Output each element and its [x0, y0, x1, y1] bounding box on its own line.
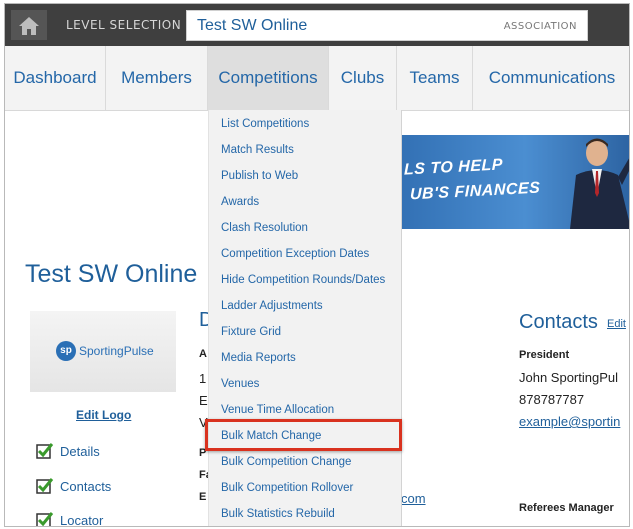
level-selection-label[interactable]: LEVEL SELECTION: [66, 18, 181, 32]
president-email-link[interactable]: example@sportin: [519, 414, 620, 429]
home-icon[interactable]: [11, 10, 47, 40]
highlight-annotation-box: [205, 419, 402, 451]
menu-item-clash-resolution[interactable]: Clash Resolution: [221, 222, 308, 234]
president-label: President: [519, 349, 570, 361]
businessman-image: [570, 138, 629, 229]
logo-text: SportingPulse: [79, 344, 154, 358]
top-bar: LEVEL SELECTION Test SW Online ASSOCIATI…: [5, 4, 629, 46]
nav-teams[interactable]: Teams: [397, 46, 473, 110]
competitions-dropdown-menu: List Competitions Match Results Publish …: [208, 110, 402, 526]
nav-competitions[interactable]: Competitions: [208, 46, 329, 110]
menu-item-venue-time-allocation[interactable]: Venue Time Allocation: [221, 404, 334, 416]
checklist-label: Details: [60, 444, 100, 459]
nav-dashboard[interactable]: Dashboard: [5, 46, 106, 110]
checkbox-checked-icon: [36, 478, 54, 494]
menu-item-bulk-competition-rollover[interactable]: Bulk Competition Rollover: [221, 482, 353, 494]
main-nav: Dashboard Members Competitions Clubs Tea…: [5, 46, 629, 111]
menu-item-fixture-grid[interactable]: Fixture Grid: [221, 326, 281, 338]
sportingpulse-logo-icon: sp: [56, 341, 76, 361]
menu-item-media-reports[interactable]: Media Reports: [221, 352, 296, 364]
organisation-logo: sp SportingPulse: [30, 311, 176, 392]
menu-item-awards[interactable]: Awards: [221, 196, 259, 208]
entity-type: ASSOCIATION: [503, 21, 577, 32]
nav-clubs[interactable]: Clubs: [329, 46, 397, 110]
menu-item-bulk-competition-change[interactable]: Bulk Competition Change: [221, 456, 351, 468]
checkbox-checked-icon: [36, 512, 54, 526]
contacts-edit-link[interactable]: Edit: [607, 318, 626, 330]
president-phone: 878787787: [519, 392, 585, 407]
entity-selector[interactable]: Test SW Online ASSOCIATION: [186, 10, 588, 41]
page-title: Test SW Online: [25, 260, 198, 288]
details-text: 1: [199, 371, 207, 386]
details-text: A: [199, 348, 207, 360]
referees-manager-label: Referees Manager: [519, 502, 614, 514]
details-text: E: [199, 491, 207, 503]
menu-item-bulk-statistics-rebuild[interactable]: Bulk Statistics Rebuild: [221, 508, 335, 520]
browser-frame: LEVEL SELECTION Test SW Online ASSOCIATI…: [4, 3, 630, 527]
details-text: E: [199, 393, 208, 408]
menu-item-ladder-adjustments[interactable]: Ladder Adjustments: [221, 300, 323, 312]
contacts-heading: Contacts: [519, 311, 598, 333]
menu-item-competition-exception-dates[interactable]: Competition Exception Dates: [221, 248, 369, 260]
menu-item-hide-competition-rounds[interactable]: Hide Competition Rounds/Dates: [221, 274, 385, 286]
checklist-label: Contacts: [60, 479, 112, 494]
president-name: John SportingPul: [519, 370, 619, 385]
menu-item-venues[interactable]: Venues: [221, 378, 259, 390]
checklist-label: Locator: [60, 513, 104, 527]
details-link[interactable]: com: [401, 491, 426, 506]
menu-item-match-results[interactable]: Match Results: [221, 144, 294, 156]
nav-communications[interactable]: Communications: [473, 46, 629, 110]
nav-members[interactable]: Members: [106, 46, 208, 110]
edit-logo-link[interactable]: Edit Logo: [76, 408, 131, 422]
menu-item-list-competitions[interactable]: List Competitions: [221, 118, 309, 130]
checkbox-checked-icon: [36, 443, 54, 459]
entity-name: Test SW Online: [197, 17, 308, 34]
promo-banner[interactable]: LS TO HELP UB'S FINANCES: [402, 135, 629, 229]
menu-item-publish-to-web[interactable]: Publish to Web: [221, 170, 298, 182]
